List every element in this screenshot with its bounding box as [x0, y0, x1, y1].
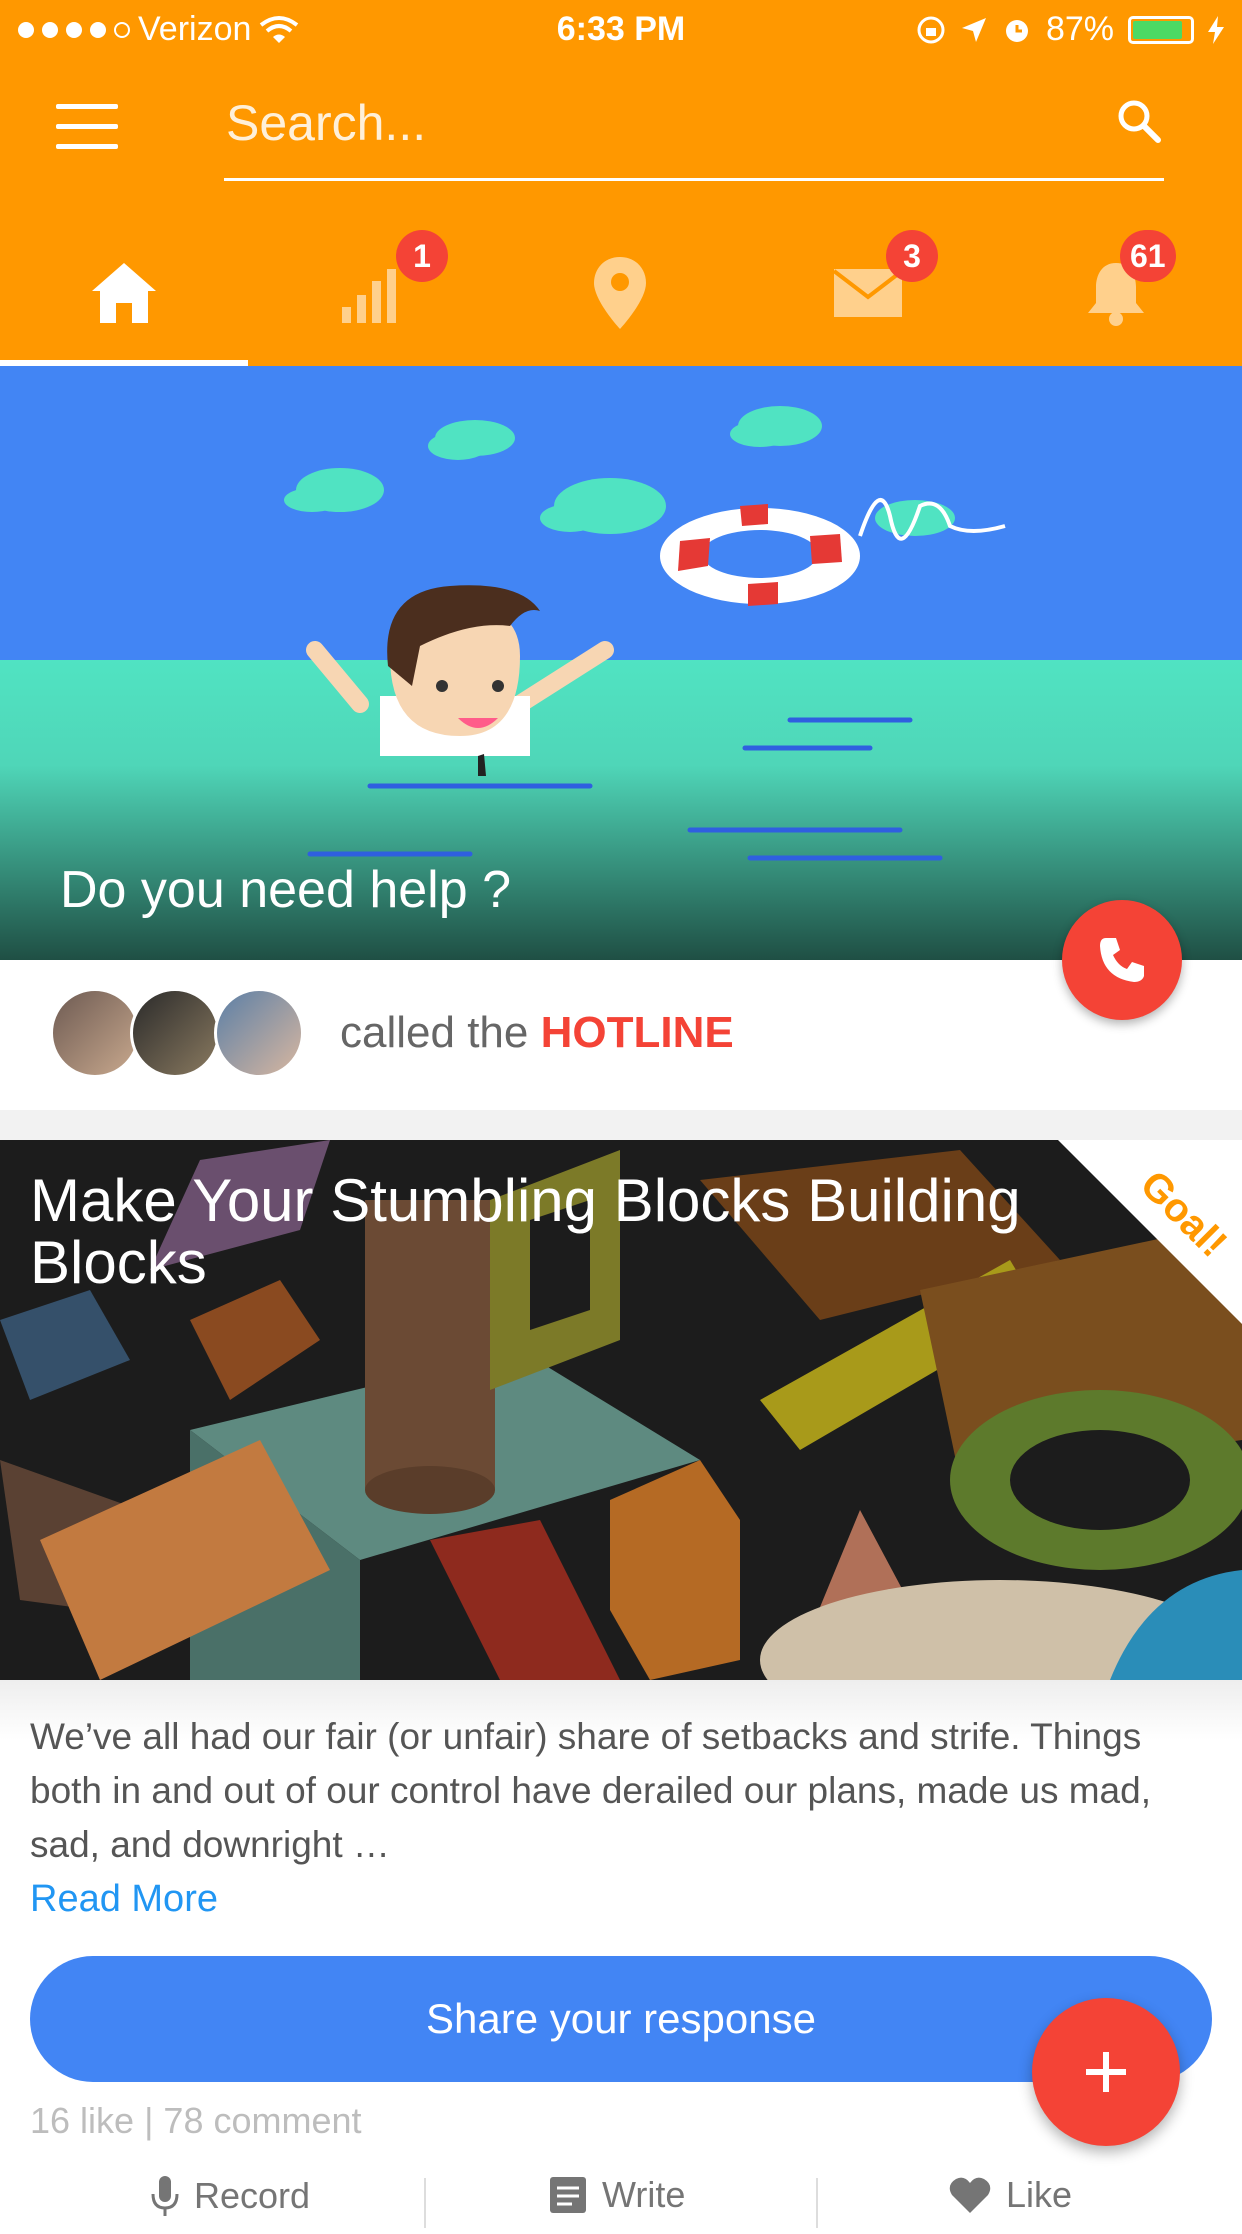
- tab-stats[interactable]: 1: [248, 220, 496, 366]
- home-icon: [92, 263, 156, 323]
- write-label: Write: [602, 2174, 686, 2215]
- write-button[interactable]: Write: [548, 2174, 685, 2216]
- action-divider: [424, 2178, 426, 2228]
- article-actions: Record Write Like: [0, 2174, 1242, 2234]
- battery-icon: [1128, 15, 1194, 44]
- article-stats: 16 like | 78 comment: [30, 2100, 362, 2141]
- bar-chart-icon: [342, 269, 396, 323]
- alarm-icon: [1005, 19, 1028, 42]
- rotation-lock-icon: [917, 16, 945, 43]
- microphone-icon: [151, 2176, 179, 2216]
- record-label: Record: [194, 2175, 311, 2216]
- status-bar: Verizon 6:33 PM 87%: [0, 0, 1242, 62]
- call-hotline-button[interactable]: [1062, 900, 1182, 1020]
- tab-notifications[interactable]: 61: [992, 220, 1240, 366]
- status-right: 87%: [916, 10, 1224, 49]
- tab-location[interactable]: [496, 220, 744, 366]
- heart-icon: [949, 2177, 991, 2213]
- tab-messages[interactable]: 3: [744, 220, 992, 366]
- hotline-prefix: called the: [340, 1008, 529, 1057]
- article-excerpt: We’ve all had our fair (or unfair) share…: [30, 1716, 1151, 1865]
- battery-fill: [1133, 20, 1182, 39]
- phone-icon: [1100, 938, 1144, 982]
- share-response-label: Share your response: [426, 1995, 816, 2042]
- read-more-link[interactable]: Read More: [30, 1878, 218, 1921]
- plus-icon: [1086, 2052, 1126, 2092]
- section-divider: [0, 1110, 1242, 1140]
- search-bar: [224, 82, 1164, 181]
- app-header: Verizon 6:33 PM 87% Search... 1 3 61: [0, 0, 1242, 366]
- hero-title: Do you need help ?: [60, 861, 512, 919]
- like-button[interactable]: Like: [948, 2174, 1072, 2216]
- map-pin-icon: [594, 257, 646, 329]
- article-image[interactable]: Make Your Stumbling Blocks Building Bloc…: [0, 1140, 1242, 1680]
- document-icon: [550, 2177, 586, 2213]
- tab-bar: 1 3 61: [0, 220, 1242, 366]
- location-arrow-icon: [961, 17, 986, 42]
- record-button[interactable]: Record: [150, 2174, 310, 2218]
- notifications-badge: 61: [1120, 230, 1176, 282]
- like-label: Like: [1006, 2174, 1073, 2215]
- hotline-activity-row[interactable]: called the HOTLINE: [0, 960, 1242, 1110]
- article-body: We’ve all had our fair (or unfair) share…: [0, 1680, 1242, 2228]
- charging-icon: [1208, 15, 1224, 44]
- search-icon[interactable]: [1114, 96, 1164, 146]
- avatar[interactable]: [50, 988, 140, 1078]
- messages-badge: 3: [886, 230, 938, 282]
- hotline-highlight: HOTLINE: [540, 1008, 734, 1057]
- search-input[interactable]: [224, 82, 1048, 164]
- add-button[interactable]: [1032, 1998, 1180, 2146]
- action-divider: [816, 2178, 818, 2228]
- hotline-text: called the HOTLINE: [340, 1008, 734, 1058]
- avatar[interactable]: [130, 988, 220, 1078]
- menu-icon[interactable]: [56, 104, 122, 150]
- help-hero-card[interactable]: Do you need help ?: [0, 366, 1242, 960]
- avatar[interactable]: [214, 988, 304, 1078]
- stats-badge: 1: [396, 230, 448, 282]
- tab-home[interactable]: [0, 220, 248, 366]
- article-title: Make Your Stumbling Blocks Building Bloc…: [30, 1167, 1021, 1296]
- battery-percent: 87%: [1045, 10, 1114, 48]
